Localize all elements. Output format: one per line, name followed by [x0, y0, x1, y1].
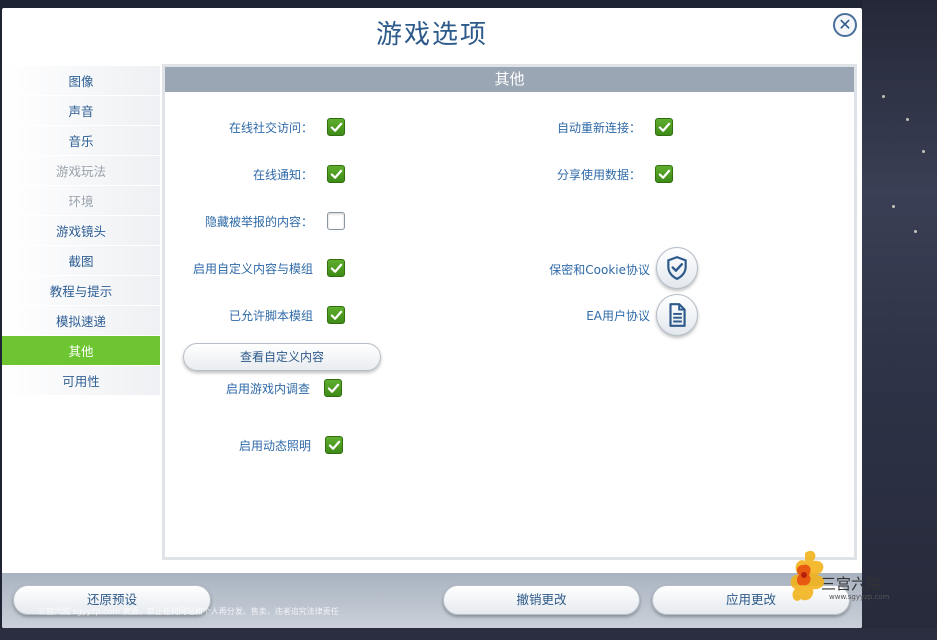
sidebar-item-tutorials[interactable]: 教程与提示	[2, 276, 160, 306]
background-light	[906, 118, 909, 121]
checkmark-icon	[658, 122, 670, 132]
sidebar-item-screenshots[interactable]: 截图	[2, 246, 160, 276]
sidebar-item-label: 其他	[68, 344, 94, 359]
sidebar-item-label: 游戏镜头	[55, 224, 106, 239]
watermark-text: 三宫六院 sgyyzp.com 资源，禁止任何网站和个人再分发、售卖，违者追究法…	[38, 607, 339, 616]
online-social-label: 在线社交访问：	[228, 121, 313, 135]
hide-reported-label: 隐藏被举报的内容：	[204, 215, 313, 229]
document-icon	[669, 303, 686, 327]
dynamic-lighting-checkbox[interactable]	[325, 436, 343, 454]
background-light	[892, 205, 895, 208]
sidebar-item-label: 声音	[68, 104, 94, 119]
close-icon: ✕	[838, 15, 852, 34]
game-background	[862, 0, 937, 640]
script-mods-checkbox[interactable]	[327, 306, 345, 324]
dialog-title: 游戏选项	[375, 20, 488, 50]
panel-body: 其他 在线社交访问： 在线通知： 隐藏被举报的内容： 启用自定义内容与模组 已允…	[165, 67, 854, 557]
privacy-cookie-label[interactable]: 保密和Cookie协议	[549, 261, 650, 278]
sidebar-item-other[interactable]: 其他	[2, 336, 160, 366]
game-background-bottom	[0, 628, 937, 640]
checkmark-icon	[327, 383, 339, 393]
panel-header: 其他	[165, 67, 854, 92]
sidebar-item-gameplay: 游戏玩法	[2, 156, 160, 186]
in-game-survey-checkbox[interactable]	[324, 379, 342, 397]
checkmark-icon	[330, 122, 342, 132]
logo-text: 三宫六院	[821, 575, 882, 593]
background-light	[922, 150, 925, 153]
sidebar-item-label: 可用性	[62, 374, 100, 389]
checkmark-icon	[658, 169, 670, 179]
sidebar-item-music[interactable]: 音乐	[2, 126, 160, 156]
sidebar-item-label: 图像	[68, 74, 94, 89]
checkmark-icon	[330, 310, 342, 320]
site-logo: 三宫六院 www.sgyyzp.com	[785, 545, 915, 605]
ea-user-agreement-label[interactable]: EA用户协议	[586, 307, 650, 324]
dialog-footer: 还原预设 三宫六院 sgyyzp.com 资源，禁止任何网站和个人再分发、售卖，…	[2, 573, 862, 628]
other-options-panel: 其他 在线社交访问： 在线通知： 隐藏被举报的内容： 启用自定义内容与模组 已允…	[162, 64, 857, 560]
sidebar-item-camera[interactable]: 游戏镜头	[2, 216, 160, 246]
sidebar-item-environment: 环境	[2, 186, 160, 216]
sidebar-item-label: 模拟速递	[55, 314, 106, 329]
checkmark-icon	[330, 169, 342, 179]
share-usage-label: 分享使用数据：	[556, 168, 641, 182]
share-usage-checkbox[interactable]	[655, 165, 673, 183]
shield-check-icon	[667, 256, 687, 281]
logo-url: www.sgyyzp.com	[829, 593, 890, 601]
ea-user-agreement-button[interactable]	[656, 294, 698, 336]
auto-reconnect-label: 自动重新连接：	[556, 121, 641, 135]
cancel-changes-button[interactable]: 撤销更改	[443, 585, 640, 615]
sidebar-item-graphics[interactable]: 图像	[2, 66, 160, 96]
online-notifications-label: 在线通知：	[252, 168, 313, 182]
sidebar-item-sound[interactable]: 声音	[2, 96, 160, 126]
game-options-dialog: 游戏选项 ✕ 图像 声音 音乐 游戏玩法 环境 游戏镜头 截图 教程与提示 模拟…	[2, 8, 862, 628]
online-notifications-checkbox[interactable]	[327, 165, 345, 183]
options-sidebar: 图像 声音 音乐 游戏玩法 环境 游戏镜头 截图 教程与提示 模拟速递 其他 可…	[2, 66, 160, 396]
sidebar-item-label: 环境	[68, 194, 94, 209]
sidebar-item-label: 游戏玩法	[55, 164, 106, 179]
sidebar-item-label: 截图	[68, 254, 94, 269]
dynamic-lighting-label: 启用动态照明	[238, 439, 311, 453]
custom-content-label: 启用自定义内容与模组	[192, 262, 313, 276]
online-social-checkbox[interactable]	[327, 118, 345, 136]
sidebar-item-sim-speed[interactable]: 模拟速递	[2, 306, 160, 336]
custom-content-checkbox[interactable]	[327, 259, 345, 277]
sidebar-item-label: 音乐	[68, 134, 94, 149]
in-game-survey-label: 启用游戏内调查	[225, 382, 310, 396]
checkmark-icon	[330, 263, 342, 273]
hide-reported-checkbox[interactable]	[327, 212, 345, 230]
background-light	[882, 95, 885, 98]
sidebar-item-label: 教程与提示	[49, 284, 113, 299]
close-button[interactable]: ✕	[833, 13, 857, 37]
view-custom-content-button[interactable]: 查看自定义内容	[183, 343, 381, 371]
script-mods-label: 已允许脚本模组	[228, 309, 313, 323]
background-light	[914, 230, 917, 233]
auto-reconnect-checkbox[interactable]	[655, 118, 673, 136]
checkmark-icon	[328, 440, 340, 450]
sidebar-item-accessibility[interactable]: 可用性	[2, 366, 160, 396]
privacy-cookie-button[interactable]	[656, 247, 698, 289]
